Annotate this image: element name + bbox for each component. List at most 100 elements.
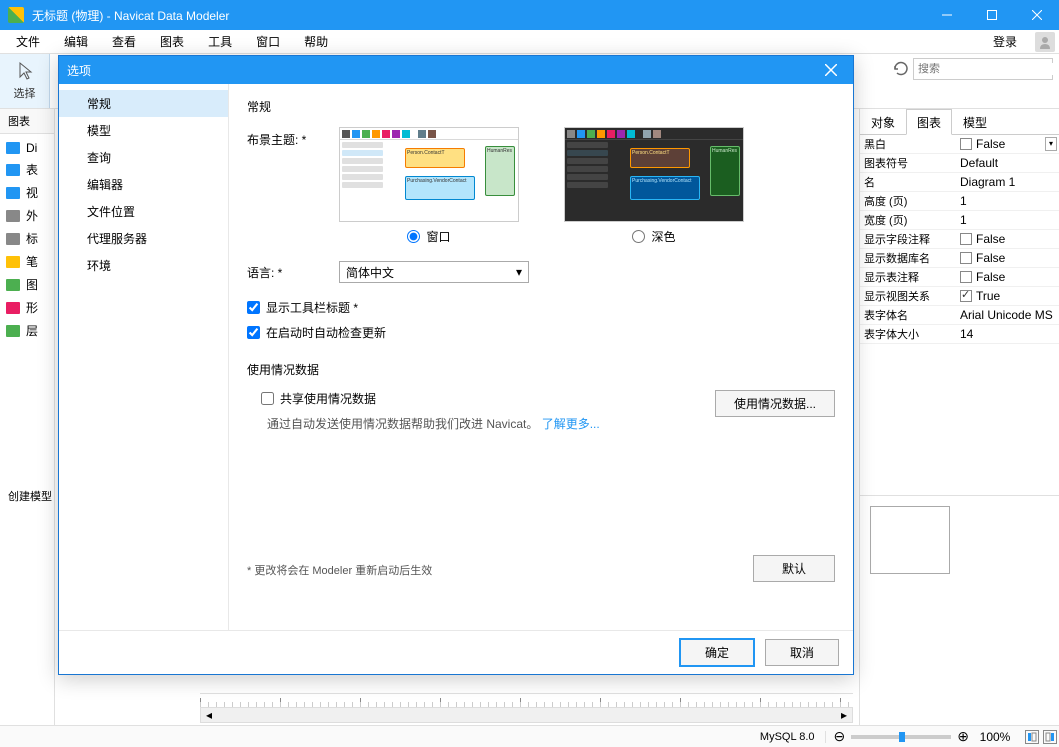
pointer-icon — [16, 61, 34, 83]
ok-button[interactable]: 确定 — [679, 638, 755, 667]
zoom-in-icon[interactable]: ⊕ — [957, 728, 969, 745]
maximize-button[interactable] — [969, 0, 1014, 30]
left-item[interactable]: 外 — [0, 204, 54, 227]
default-button[interactable]: 默认 — [753, 555, 835, 582]
user-avatar[interactable] — [1035, 32, 1055, 52]
property-value: Arial Unicode MS — [960, 308, 1053, 322]
property-row[interactable]: 表字体名 Arial Unicode MS — [860, 306, 1059, 325]
property-grid: 黑白False▾图表符号Default名Diagram 1高度 (页)1宽度 (… — [860, 135, 1059, 344]
property-row[interactable]: 表字体大小14 — [860, 325, 1059, 344]
item-icon — [6, 279, 20, 291]
tool-select[interactable]: 选择 — [0, 54, 50, 108]
property-row[interactable]: 显示视图关系 True — [860, 287, 1059, 306]
left-tab-diagram[interactable]: 图表 — [0, 109, 54, 134]
property-value: False — [976, 137, 1005, 151]
dialog-titlebar: 选项 — [59, 56, 853, 84]
property-key: 显示表注释 — [860, 269, 956, 285]
menu-window[interactable]: 窗口 — [244, 30, 292, 53]
left-item[interactable]: 视 — [0, 181, 54, 204]
learn-more-link[interactable]: 了解更多... — [542, 417, 600, 431]
nav-environment[interactable]: 环境 — [59, 252, 228, 279]
property-row[interactable]: 黑白 False ▾ — [860, 135, 1059, 154]
item-label: 表 — [26, 161, 38, 178]
nav-editor[interactable]: 编辑器 — [59, 171, 228, 198]
close-button[interactable] — [1014, 0, 1059, 30]
zoom-slider[interactable] — [851, 735, 951, 739]
checkbox-show-toolbar-title[interactable]: 显示工具栏标题 * — [247, 299, 835, 316]
tab-diagram[interactable]: 图表 — [906, 109, 952, 135]
scroll-left-icon[interactable]: ◂ — [201, 708, 217, 722]
search-input[interactable] — [918, 63, 1059, 75]
minimap[interactable] — [870, 506, 950, 574]
menu-help[interactable]: 帮助 — [292, 30, 340, 53]
property-key: 宽度 (页) — [860, 212, 956, 228]
search-box[interactable] — [913, 58, 1053, 80]
view-toggle-1[interactable] — [1025, 730, 1039, 744]
tab-model[interactable]: 模型 — [952, 109, 998, 135]
zoom-out-icon[interactable]: ⊖ — [834, 728, 846, 745]
checkbox-icon — [960, 271, 972, 283]
menu-diagram[interactable]: 图表 — [148, 30, 196, 53]
tab-object[interactable]: 对象 — [860, 109, 906, 135]
property-key: 黑白 — [860, 136, 956, 152]
theme-preview-dark[interactable]: Person.ContactT Purchasing.VendorContact… — [564, 127, 744, 245]
cancel-button[interactable]: 取消 — [765, 639, 839, 666]
dialog-nav: 常规 模型 查询 编辑器 文件位置 代理服务器 环境 — [59, 84, 229, 630]
theme-radio-window[interactable]: 窗口 — [339, 228, 519, 245]
property-value: False — [976, 232, 1005, 246]
window-title: 无标题 (物理) - Navicat Data Modeler — [32, 7, 924, 24]
left-item[interactable]: Di — [0, 138, 54, 158]
property-row[interactable]: 显示字段注释False — [860, 230, 1059, 249]
menu-tools[interactable]: 工具 — [196, 30, 244, 53]
theme-radio-dark[interactable]: 深色 — [564, 228, 744, 245]
nav-file-location[interactable]: 文件位置 — [59, 198, 228, 225]
restart-note: * 更改将会在 Modeler 重新启动后生效 — [247, 562, 432, 578]
left-item[interactable]: 形 — [0, 296, 54, 319]
menu-view[interactable]: 查看 — [100, 30, 148, 53]
menu-file[interactable]: 文件 — [4, 30, 52, 53]
nav-query[interactable]: 查询 — [59, 144, 228, 171]
item-label: 视 — [26, 184, 38, 201]
nav-proxy[interactable]: 代理服务器 — [59, 225, 228, 252]
left-item[interactable]: 笔 — [0, 250, 54, 273]
checkbox-auto-update[interactable]: 在启动时自动检查更新 — [247, 324, 835, 341]
property-value: Default — [960, 156, 998, 170]
item-icon — [6, 325, 20, 337]
ruler — [200, 693, 853, 707]
item-label: 笔 — [26, 253, 38, 270]
chevron-down-icon[interactable]: ▾ — [1045, 137, 1057, 151]
property-value: True — [976, 289, 1000, 303]
usage-data-button[interactable]: 使用情况数据... — [715, 390, 835, 417]
dialog-close-button[interactable] — [817, 56, 845, 84]
property-key: 显示视图关系 — [860, 288, 956, 304]
property-key: 高度 (页) — [860, 193, 956, 209]
property-value: 1 — [960, 213, 967, 227]
language-select[interactable]: 简体中文 ▾ — [339, 261, 529, 283]
checkbox-share-usage[interactable]: 共享使用情况数据 — [261, 390, 715, 407]
scroll-right-icon[interactable]: ▸ — [836, 708, 852, 722]
property-row[interactable]: 高度 (页)1 — [860, 192, 1059, 211]
nav-model[interactable]: 模型 — [59, 117, 228, 144]
item-icon — [6, 164, 20, 176]
refresh-icon[interactable] — [893, 61, 909, 77]
property-key: 表字体名 — [860, 307, 956, 323]
property-row[interactable]: 显示数据库名False — [860, 249, 1059, 268]
menu-edit[interactable]: 编辑 — [52, 30, 100, 53]
theme-preview-window[interactable]: Person.ContactT Purchasing.VendorContact… — [339, 127, 519, 245]
property-value: False — [976, 251, 1005, 265]
item-icon — [6, 302, 20, 314]
create-model-label: 创建模型 — [8, 488, 52, 709]
minimize-button[interactable] — [924, 0, 969, 30]
left-item[interactable]: 层 — [0, 319, 54, 342]
property-row[interactable]: 图表符号Default — [860, 154, 1059, 173]
horizontal-scrollbar[interactable]: ◂ ▸ — [200, 707, 853, 723]
nav-general[interactable]: 常规 — [59, 90, 228, 117]
property-row[interactable]: 显示表注释False — [860, 268, 1059, 287]
property-row[interactable]: 名Diagram 1 — [860, 173, 1059, 192]
left-item[interactable]: 标 — [0, 227, 54, 250]
menu-login[interactable]: 登录 — [981, 30, 1029, 53]
property-row[interactable]: 宽度 (页) 1 — [860, 211, 1059, 230]
left-item[interactable]: 表 — [0, 158, 54, 181]
left-item[interactable]: 图 — [0, 273, 54, 296]
view-toggle-2[interactable] — [1043, 730, 1057, 744]
